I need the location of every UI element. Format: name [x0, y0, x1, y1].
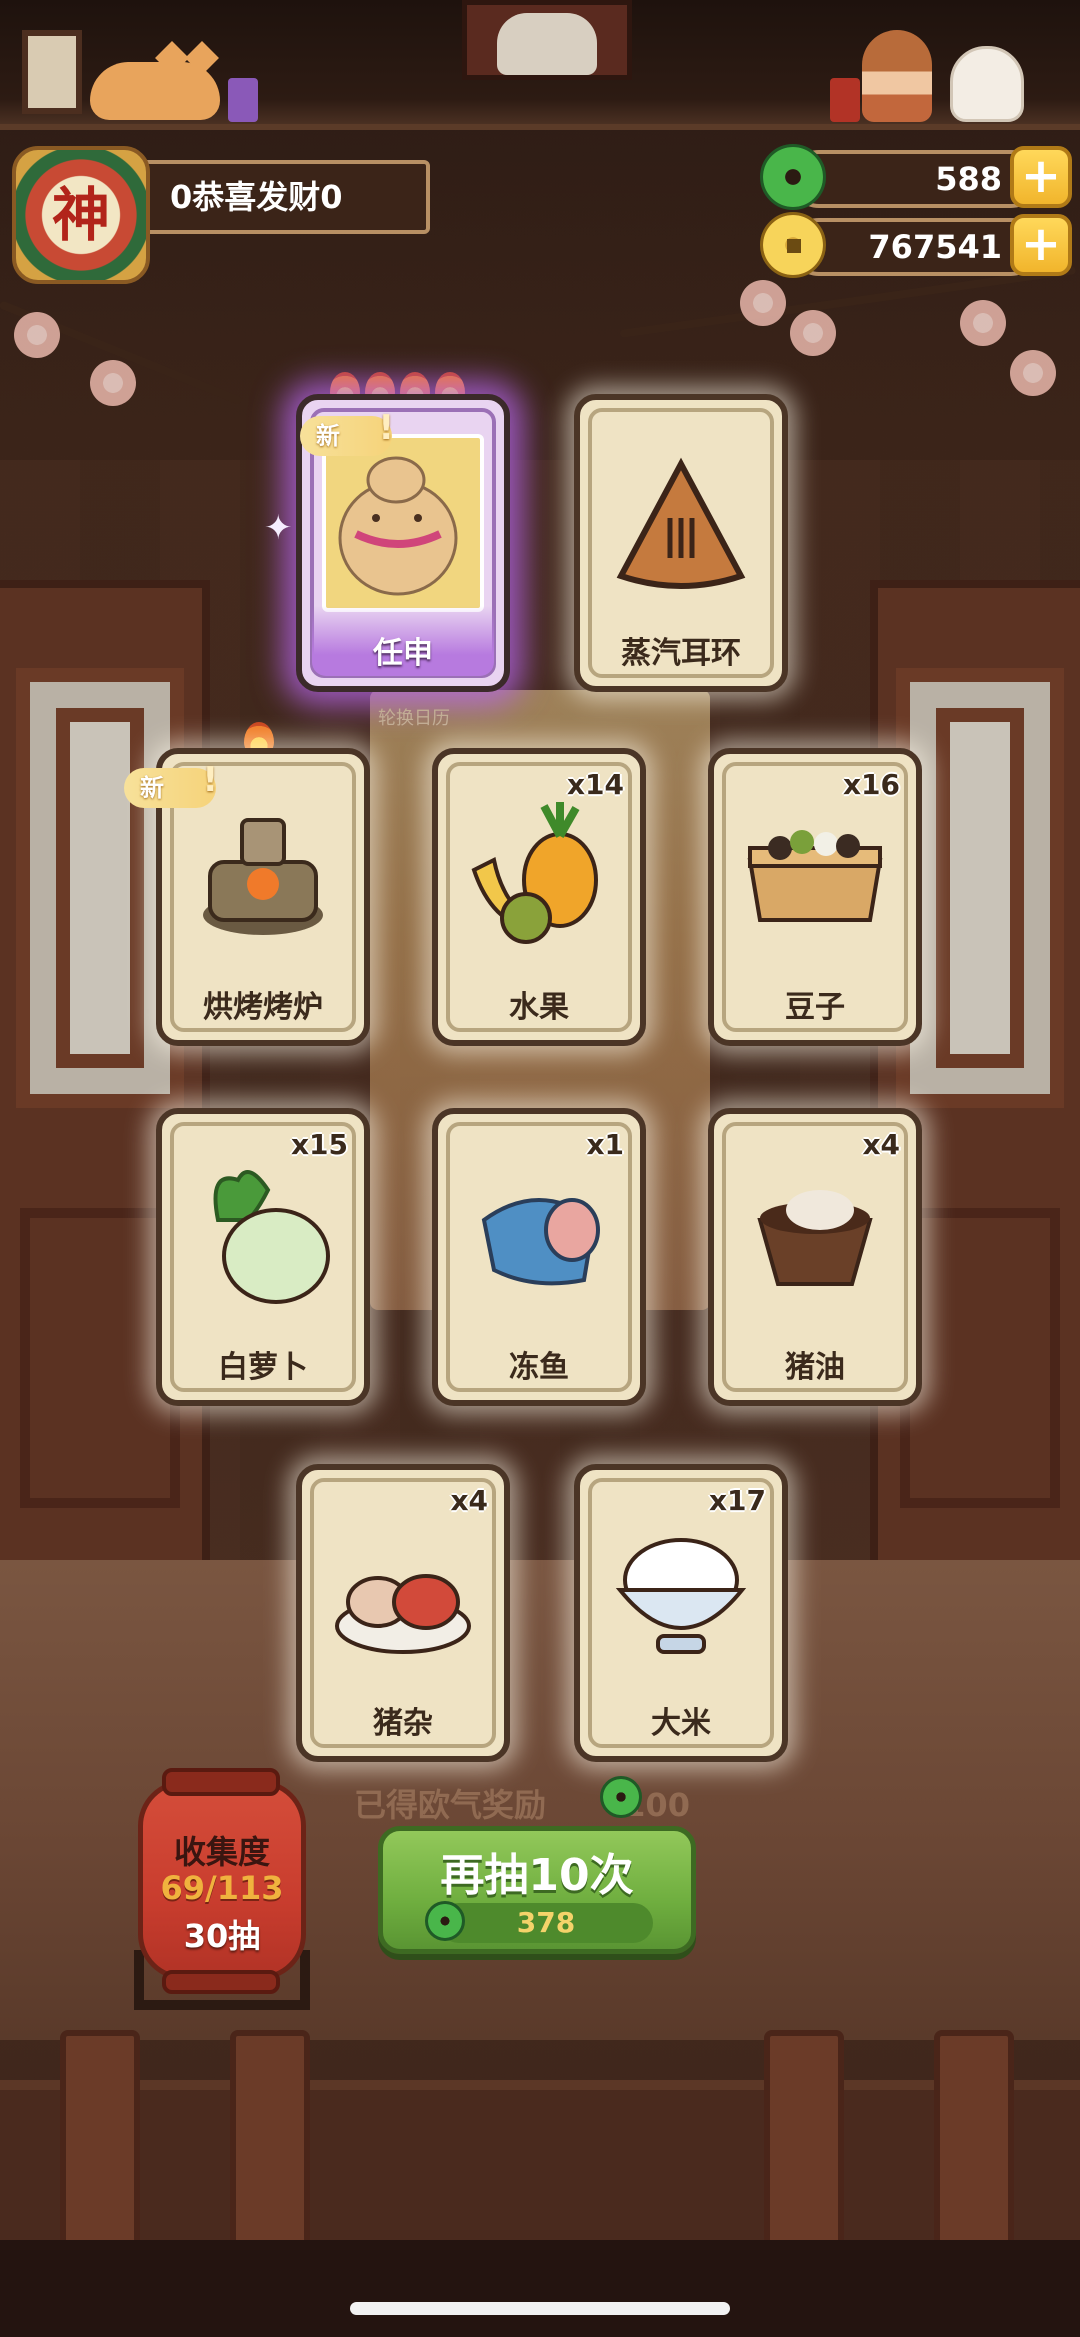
- collection-draw-count: 30抽: [183, 1917, 261, 1955]
- draw-cost: 378: [425, 1901, 653, 1943]
- wall-frame-decoration: [22, 30, 82, 114]
- purple-candle-decoration: [228, 78, 258, 122]
- oven-icon: [203, 818, 323, 935]
- right-door: [870, 580, 1080, 1570]
- reward-count: x16: [842, 768, 900, 801]
- reward-card[interactable]: x1 冻鱼: [432, 1108, 646, 1406]
- gold-coin-icon: [760, 212, 826, 278]
- railing: [0, 2080, 1080, 2240]
- rice-bowl-icon: [615, 1538, 747, 1654]
- player-info[interactable]: 0恭喜发财0 神: [12, 146, 430, 286]
- reward-name: 豆子: [785, 990, 845, 1025]
- pork-offal-icon: [335, 1574, 471, 1654]
- white-cat-decoration: [950, 46, 1024, 122]
- blossom-decoration: [790, 310, 836, 356]
- lard-icon: [757, 1190, 873, 1286]
- reward-count: x17: [708, 1484, 766, 1517]
- reward-name: 白萝卜: [218, 1350, 308, 1385]
- reward-card[interactable]: 蒸汽耳环: [574, 394, 788, 692]
- blossom-decoration: [740, 280, 786, 326]
- reward-card[interactable]: x14 水果: [432, 748, 646, 1046]
- new-badge: 新!: [124, 760, 218, 808]
- blossom-decoration: [960, 300, 1006, 346]
- new-badge: 新!: [300, 408, 394, 456]
- radish-icon: [213, 1170, 330, 1304]
- reward-count: x15: [290, 1128, 348, 1161]
- add-jade-button[interactable]: +: [1010, 146, 1072, 208]
- frozen-fish-icon: [481, 1198, 600, 1286]
- jade-currency: 588 +: [760, 144, 1072, 210]
- orange-cat-decoration: [90, 41, 220, 120]
- railing-post: [764, 2030, 844, 2250]
- reward-name: 任申: [373, 636, 433, 671]
- lantern-cap: [162, 1768, 280, 1796]
- branch-decoration: [619, 266, 1077, 338]
- player-rank-badge[interactable]: 神: [12, 146, 150, 284]
- reward-card[interactable]: x17 大米: [574, 1464, 788, 1762]
- beans-icon: [747, 830, 883, 922]
- top-sign-decoration: [462, 0, 632, 80]
- player-name: 0恭喜发财0: [130, 160, 430, 234]
- blossom-decoration: [90, 360, 136, 406]
- gold-currency: 767541 +: [760, 212, 1072, 278]
- reward-name: 蒸汽耳环: [621, 636, 741, 671]
- character-portrait: [322, 434, 484, 612]
- home-indicator[interactable]: [350, 2302, 730, 2315]
- reward-name: 烘烤烤炉: [203, 990, 323, 1025]
- reward-count: x14: [566, 768, 624, 801]
- reward-card[interactable]: x16 豆子: [708, 748, 922, 1046]
- railing-post: [60, 2030, 140, 2250]
- reward-card[interactable]: x4 猪杂: [296, 1464, 510, 1762]
- red-candle-decoration: [830, 78, 860, 122]
- reward-count: x4: [862, 1128, 900, 1161]
- reward-count: x1: [586, 1128, 624, 1161]
- rank-character: 神: [51, 181, 110, 249]
- luck-reward-label: 已得欧气奖励: [354, 1786, 547, 1824]
- draw-button-label: 再抽10次: [440, 1850, 634, 1901]
- jade-amount: 588: [790, 150, 1040, 208]
- chef-character-decoration: [862, 30, 932, 122]
- reward-name: 冻鱼: [509, 1350, 569, 1385]
- earring-icon: [616, 457, 746, 589]
- railing-post: [230, 2030, 310, 2250]
- reward-name: 大米: [651, 1706, 711, 1741]
- gold-amount: 767541: [790, 218, 1040, 276]
- rotation-calendar-label: 轮换日历: [378, 708, 450, 729]
- left-door: [0, 580, 210, 1570]
- draw-ten-again-button[interactable]: 再抽10次 378: [378, 1826, 696, 1954]
- reward-name: 猪油: [785, 1350, 845, 1385]
- blossom-decoration: [1010, 350, 1056, 396]
- draw-cost-value: 378: [516, 1906, 576, 1939]
- jade-coin-icon: [600, 1776, 642, 1818]
- collection-lantern-button[interactable]: 收集度 69/113 30抽: [138, 1780, 306, 1980]
- sparkle-icon: ✦: [264, 508, 293, 548]
- reward-card[interactable]: x15 白萝卜: [156, 1108, 370, 1406]
- collection-title: 收集度: [173, 1833, 270, 1871]
- railing-post: [934, 2030, 1014, 2250]
- baseboard: [0, 2240, 1080, 2337]
- reward-count: x4: [450, 1484, 488, 1517]
- add-gold-button[interactable]: +: [1010, 214, 1072, 276]
- reward-card[interactable]: x4 猪油: [708, 1108, 922, 1406]
- blossom-decoration: [14, 312, 60, 358]
- reward-name: 猪杂: [373, 1706, 433, 1741]
- jade-coin-icon: [760, 144, 826, 210]
- reward-name: 水果: [509, 990, 569, 1025]
- fruit-icon: [471, 802, 598, 944]
- lantern-base: [162, 1970, 280, 1994]
- collection-progress: 69/113: [160, 1869, 284, 1907]
